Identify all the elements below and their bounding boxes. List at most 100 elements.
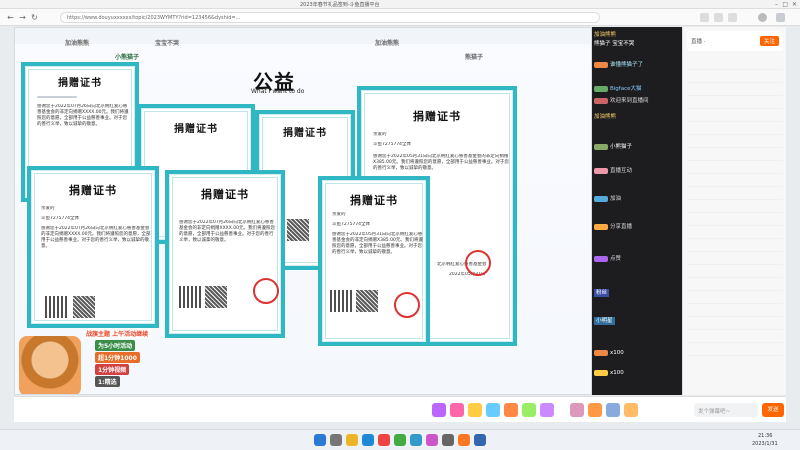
chat-message: 熊猫子 宝宝不哭: [594, 41, 635, 47]
video-player[interactable]: 加油熊熊 宝宝不哭 加油熊熊 小熊猫子 熊猫子 公益 What I want t…: [14, 27, 592, 395]
danmaku-item: 加油熊熊: [375, 40, 400, 47]
seal-stamp: [465, 250, 491, 276]
chat-message: 分享直播: [610, 224, 633, 230]
app-icon[interactable]: [410, 434, 422, 446]
bookmark-icon[interactable]: [714, 13, 723, 22]
back-icon[interactable]: ←: [6, 13, 15, 22]
gift-icon[interactable]: [540, 403, 554, 417]
chat-message: 欢迎来到直播间: [610, 98, 649, 104]
qr-code: [356, 290, 378, 312]
overlay-tag: 1:精选: [95, 376, 120, 387]
overlay-tag: 1分钟视频: [95, 364, 130, 375]
app-icon[interactable]: [442, 434, 454, 446]
qr-code: [45, 296, 67, 318]
seal-stamp: [253, 278, 279, 304]
danmaku-item: 宝宝不哭: [155, 40, 180, 47]
certificate-body: 感谢您于2022年07月26日向北京韩红爱心慈善基金会的非定向捐赠XXXX.00…: [179, 220, 275, 243]
taskbar: 21:36 2023/1/31: [0, 429, 800, 450]
seal-stamp: [394, 292, 420, 318]
qr-code: [205, 286, 227, 308]
chat-message: 加油熊熊: [594, 32, 617, 38]
send-button[interactable]: 发送: [762, 403, 784, 417]
danmaku-item: 加油熊熊: [65, 40, 90, 47]
browser-icon[interactable]: [362, 434, 374, 446]
certificate-title: 捐赠证书: [283, 128, 327, 139]
close-icon[interactable]: ✕: [792, 1, 797, 8]
certificate-body: 感谢您于2022年05月31日向北京韩红爱心慈善基金会的非定向捐赠X385.00…: [332, 232, 423, 255]
certificate-title: 捐赠证书: [174, 124, 218, 135]
overlay-tag: 超1分钟1000: [95, 352, 140, 363]
gift-message: x100: [594, 369, 624, 377]
certificate-donor: 斗鱼7275774全体: [373, 142, 412, 147]
certificate-body: 感谢您于2022年07月26日向北京韩红爱心慈善基金会的非定向捐赠XXXX.00…: [37, 104, 129, 127]
gift-icon[interactable]: [606, 403, 620, 417]
user-list[interactable]: [687, 57, 783, 357]
certificate-donor: 斗鱼7275774全体: [332, 222, 371, 227]
chat-panel[interactable]: 加油熊熊 熊猫子 宝宝不哭 谁懂熊猫子了 Bigface大猫 欢迎来到直播间 加…: [592, 27, 682, 395]
folder-icon[interactable]: [346, 434, 358, 446]
app-icon[interactable]: [426, 434, 438, 446]
clock-time: 21:36: [758, 433, 773, 439]
gift-icon[interactable]: [486, 403, 500, 417]
app-icon[interactable]: [474, 434, 486, 446]
chat-message: 谁懂熊猫子了: [610, 62, 644, 68]
slide-topbar: [15, 28, 591, 44]
gift-bar: 发个弹幕吧~ 发送: [14, 396, 786, 422]
streamer-avatar: [19, 336, 81, 394]
download-icon[interactable]: [728, 13, 737, 22]
chat-message: 加油熊熊: [594, 114, 617, 120]
certificate-greeting: 亲爱的: [41, 206, 55, 211]
danmaku-item: 熊猫子: [465, 54, 484, 61]
danmaku-input[interactable]: 发个弹幕吧~: [694, 403, 758, 417]
certificate: 捐赠证书 感谢您于2022年07月26日向北京韩红爱心慈善基金会的非定向捐赠XX…: [165, 170, 285, 338]
window-titlebar: 2023年春节礼品签到-斗鱼直播平台 – □ ✕: [0, 0, 800, 9]
maximize-icon[interactable]: □: [782, 1, 788, 8]
certificate-title: 捐赠证书: [58, 78, 102, 89]
certificate-title: 捐赠证书: [201, 188, 249, 201]
certificate-title: 捐赠证书: [69, 184, 117, 197]
minimize-icon[interactable]: –: [775, 1, 778, 8]
certificate-title: 捐赠证书: [413, 110, 461, 123]
profile-avatar[interactable]: [758, 13, 767, 22]
panel-header-title: 直播 ·: [691, 39, 706, 45]
gift-icon[interactable]: [450, 403, 464, 417]
overlay-tag: 战旗主题 上午活动继续: [83, 328, 152, 339]
panel-header: 直播 · 关注: [687, 31, 783, 51]
clock-date: 2023/1/31: [752, 441, 778, 447]
address-bar[interactable]: https://www.douyuxxxxxx/topic/2023WYMTY?…: [60, 12, 600, 23]
slide-subheading: What I want to do: [251, 88, 305, 95]
certificate-body: 感谢您于2022年07月26日向北京韩红爱心慈善基金会的非定向捐赠XXXX.00…: [41, 226, 151, 249]
qr-code: [73, 296, 95, 318]
gift-icon[interactable]: [570, 403, 584, 417]
gift-icon[interactable]: [588, 403, 602, 417]
start-icon[interactable]: [314, 434, 326, 446]
danmaku-item: 小熊猫子: [115, 54, 140, 61]
chat-message: 直播互动: [610, 168, 633, 174]
chat-message: Bigface大猫: [610, 86, 642, 92]
follow-button[interactable]: 关注: [759, 36, 779, 46]
app-icon[interactable]: [378, 434, 390, 446]
qr-code: [330, 290, 352, 312]
menu-icon[interactable]: [776, 13, 785, 22]
certificate-greeting: 亲爱的: [332, 212, 346, 217]
app-icon[interactable]: [394, 434, 406, 446]
extension-icon[interactable]: [700, 13, 709, 22]
app-icon[interactable]: [458, 434, 470, 446]
browser-toolbar: ← → ↻ https://www.douyuxxxxxx/topic/2023…: [0, 9, 800, 26]
gift-icon[interactable]: [468, 403, 482, 417]
gift-icon[interactable]: [624, 403, 638, 417]
search-icon[interactable]: [330, 434, 342, 446]
certificate: 捐赠证书 亲爱的 斗鱼7275774全体 感谢您于2022年05月31日向北京韩…: [318, 176, 430, 346]
gift-message: x100: [594, 349, 624, 357]
forward-icon[interactable]: →: [18, 13, 27, 22]
chat-message: 点赞: [610, 256, 622, 262]
chat-message: 粉丝: [594, 289, 610, 297]
qr-code: [179, 286, 201, 308]
certificate-title: 捐赠证书: [350, 194, 398, 207]
reload-icon[interactable]: ↻: [30, 13, 39, 22]
certificate-greeting: 亲爱的: [373, 132, 387, 137]
gift-icon[interactable]: [504, 403, 518, 417]
chat-message: 小明星: [594, 317, 615, 325]
gift-icon[interactable]: [522, 403, 536, 417]
gift-icon[interactable]: [432, 403, 446, 417]
